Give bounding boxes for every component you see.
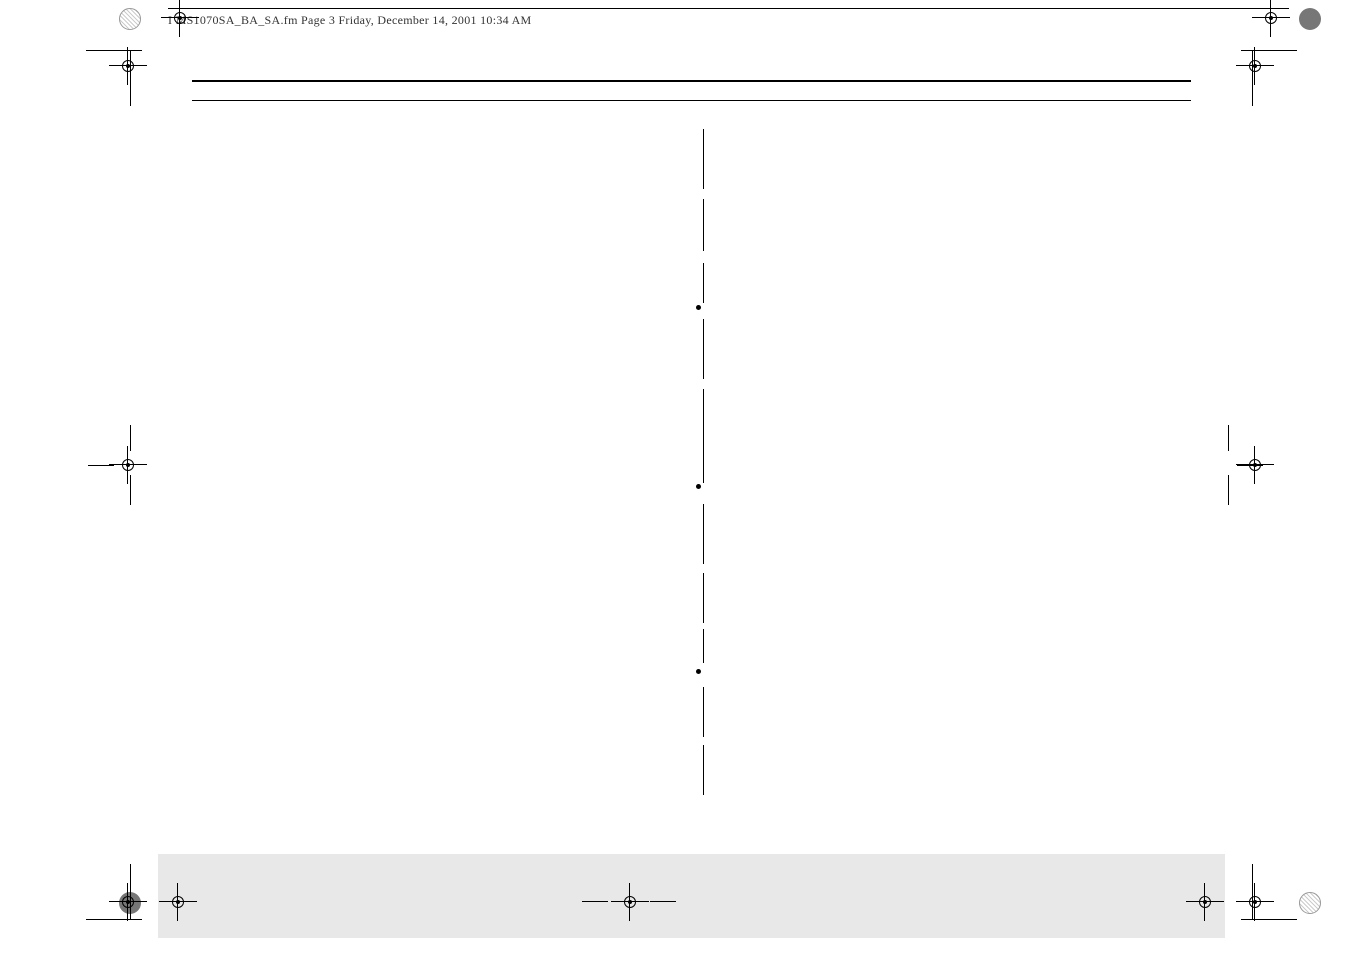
- divider-segment: [703, 389, 704, 459]
- registration-circle-br: [1299, 892, 1321, 914]
- file-header-rule: I MS1070SA_BA_SA.fm Page 3 Friday, Decem…: [168, 8, 1289, 29]
- crosshair-header-right: [1251, 0, 1291, 38]
- crosshair-ml: [108, 445, 148, 485]
- registration-circle-tr: [1299, 8, 1321, 30]
- crop-mark-bc-l: [582, 901, 608, 902]
- bullet-icon: [696, 484, 701, 489]
- crop-mark-mr-top: [1228, 425, 1229, 451]
- crop-mark-mr-bot: [1228, 475, 1229, 505]
- crosshair-header-left: [160, 0, 200, 38]
- page-content-area: [192, 80, 1191, 840]
- page-columns: [192, 129, 1191, 799]
- page-top-thin-rule: [192, 100, 1191, 101]
- left-column: [192, 129, 677, 799]
- divider-segment: [703, 129, 704, 189]
- divider-segment: [703, 573, 704, 623]
- footer-gray-bar: [158, 854, 1225, 938]
- bullet-icon: [696, 669, 701, 674]
- divider-segment: [703, 687, 704, 737]
- crosshair-br-inner: [1185, 882, 1225, 922]
- registration-circle-tl: [119, 8, 141, 30]
- crosshair-mr: [1235, 445, 1275, 485]
- divider-segment: [703, 199, 704, 251]
- bullet-icon: [696, 305, 701, 310]
- crosshair-tl: [108, 46, 148, 86]
- crosshair-bl-inner: [158, 882, 198, 922]
- divider-segment: [703, 319, 704, 379]
- right-column: [705, 129, 1191, 799]
- divider-segment: [703, 629, 704, 663]
- divider-segment: [703, 459, 704, 483]
- divider-segment: [703, 504, 704, 564]
- page-top-thick-rule: [192, 80, 1191, 82]
- crosshair-bc: [610, 882, 650, 922]
- crosshair-bl: [108, 882, 148, 922]
- crosshair-br: [1235, 882, 1275, 922]
- crosshair-tr: [1235, 46, 1275, 86]
- divider-segment: [703, 745, 704, 795]
- crop-mark-bc-r: [650, 901, 676, 902]
- file-header-text: I MS1070SA_BA_SA.fm Page 3 Friday, Decem…: [168, 13, 532, 27]
- divider-segment: [703, 263, 704, 303]
